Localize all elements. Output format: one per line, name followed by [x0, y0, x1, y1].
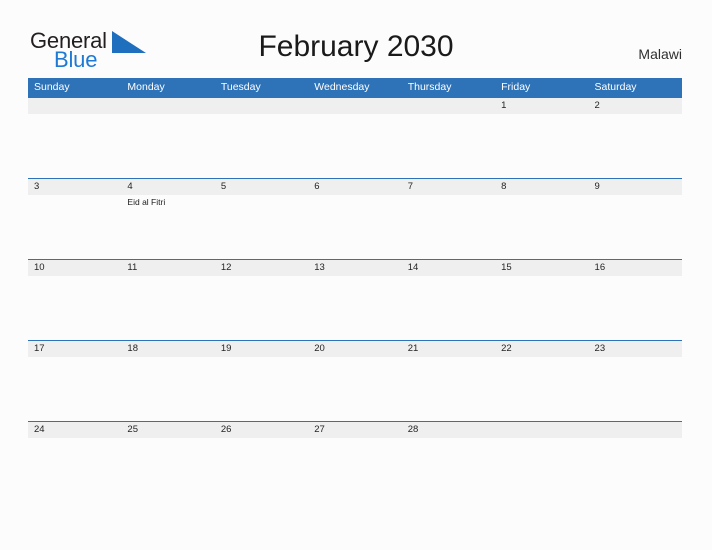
day-number: 26: [220, 424, 232, 435]
weekday-friday: Friday: [501, 81, 531, 93]
week-row: 10 11 12 13 14 15 16: [28, 259, 682, 340]
week-row: 1 2: [28, 97, 682, 178]
day-cell[interactable]: 25: [121, 422, 214, 502]
day-cell[interactable]: [215, 98, 308, 178]
day-number: 28: [407, 424, 419, 435]
day-cell[interactable]: 28: [402, 422, 495, 502]
day-number: [501, 422, 588, 438]
day-cell[interactable]: 3: [28, 179, 121, 259]
day-cell[interactable]: [402, 98, 495, 178]
day-number: [408, 98, 495, 114]
day-number: [595, 422, 682, 438]
day-cell[interactable]: 7: [402, 179, 495, 259]
weekday-header-row: Sunday Monday Tuesday Wednesday Thursday…: [28, 78, 682, 97]
day-number: [314, 98, 401, 114]
day-number: 20: [314, 343, 325, 354]
day-cell[interactable]: [121, 98, 214, 178]
day-number: 2: [594, 100, 600, 111]
country-label: Malawi: [638, 46, 682, 62]
day-number: 19: [220, 343, 232, 354]
day-cell[interactable]: 10: [28, 260, 121, 340]
day-cell[interactable]: 6: [308, 179, 401, 259]
day-number: 6: [314, 181, 320, 192]
day-number: 8: [501, 181, 507, 192]
day-cell[interactable]: 27: [308, 422, 401, 502]
day-cell[interactable]: [495, 422, 588, 502]
day-event: Eid al Fitri: [127, 197, 166, 207]
weekday-wednesday: Wednesday: [314, 81, 370, 93]
day-cell[interactable]: [308, 98, 401, 178]
day-cell[interactable]: 1: [495, 98, 588, 178]
day-cell[interactable]: 13: [308, 260, 401, 340]
day-number: [221, 98, 308, 114]
day-number: 14: [407, 262, 419, 273]
weekday-sunday: Sunday: [34, 81, 70, 93]
day-number: 7: [407, 181, 413, 192]
day-cell[interactable]: 14: [402, 260, 495, 340]
day-cell[interactable]: [589, 422, 682, 502]
week-row: 24 25 26 27 28: [28, 421, 682, 502]
day-number: 3: [34, 181, 40, 192]
weekday-monday: Monday: [127, 81, 165, 93]
day-number: 21: [407, 343, 419, 354]
day-number: [127, 98, 214, 114]
day-cell[interactable]: 9: [589, 179, 682, 259]
day-number: 24: [34, 424, 45, 435]
day-cell[interactable]: 24: [28, 422, 121, 502]
day-cell[interactable]: 19: [215, 341, 308, 421]
calendar-grid: Sunday Monday Tuesday Wednesday Thursday…: [28, 78, 682, 502]
week-row: 3 4 Eid al Fitri 5 6 7 8 9: [28, 178, 682, 259]
day-cell[interactable]: 2: [589, 98, 682, 178]
day-number: 22: [501, 343, 512, 354]
day-cell[interactable]: 5: [215, 179, 308, 259]
day-number: 13: [314, 262, 325, 273]
weekday-tuesday: Tuesday: [220, 81, 261, 93]
day-cell[interactable]: 23: [589, 341, 682, 421]
day-cell[interactable]: 12: [215, 260, 308, 340]
page-title: February 2030: [258, 30, 454, 63]
day-number: 11: [127, 262, 138, 273]
week-row: 17 18 19 20 21 22 23: [28, 340, 682, 421]
day-cell[interactable]: 22: [495, 341, 588, 421]
day-cell[interactable]: 16: [589, 260, 682, 340]
day-cell[interactable]: 26: [215, 422, 308, 502]
weekday-thursday: Thursday: [407, 81, 452, 93]
day-number: 27: [314, 424, 325, 435]
day-cell[interactable]: 8: [495, 179, 588, 259]
day-cell[interactable]: 11: [121, 260, 214, 340]
day-cell[interactable]: 20: [308, 341, 401, 421]
calendar-page: General Blue February 2030 Malawi Sunday…: [0, 0, 712, 550]
day-number: 16: [594, 262, 606, 273]
day-number: 23: [594, 343, 606, 354]
day-number: [34, 98, 121, 114]
day-number: 9: [594, 181, 600, 192]
day-cell[interactable]: 18: [121, 341, 214, 421]
day-cell[interactable]: 15: [495, 260, 588, 340]
day-number: 12: [220, 262, 232, 273]
day-cell[interactable]: 17: [28, 341, 121, 421]
day-number: 17: [34, 343, 45, 354]
day-cell[interactable]: [28, 98, 121, 178]
day-number: 10: [34, 262, 45, 273]
day-number: 5: [220, 181, 227, 192]
day-number: 15: [501, 262, 512, 273]
page-header: General Blue February 2030 Malawi: [0, 0, 712, 78]
day-number: 1: [501, 100, 507, 111]
day-number: 25: [127, 424, 138, 435]
day-cell[interactable]: 21: [402, 341, 495, 421]
day-number: 4: [127, 181, 133, 192]
weekday-saturday: Saturday: [594, 81, 637, 93]
day-number: 18: [127, 343, 138, 354]
day-cell[interactable]: 4 Eid al Fitri: [121, 179, 214, 259]
